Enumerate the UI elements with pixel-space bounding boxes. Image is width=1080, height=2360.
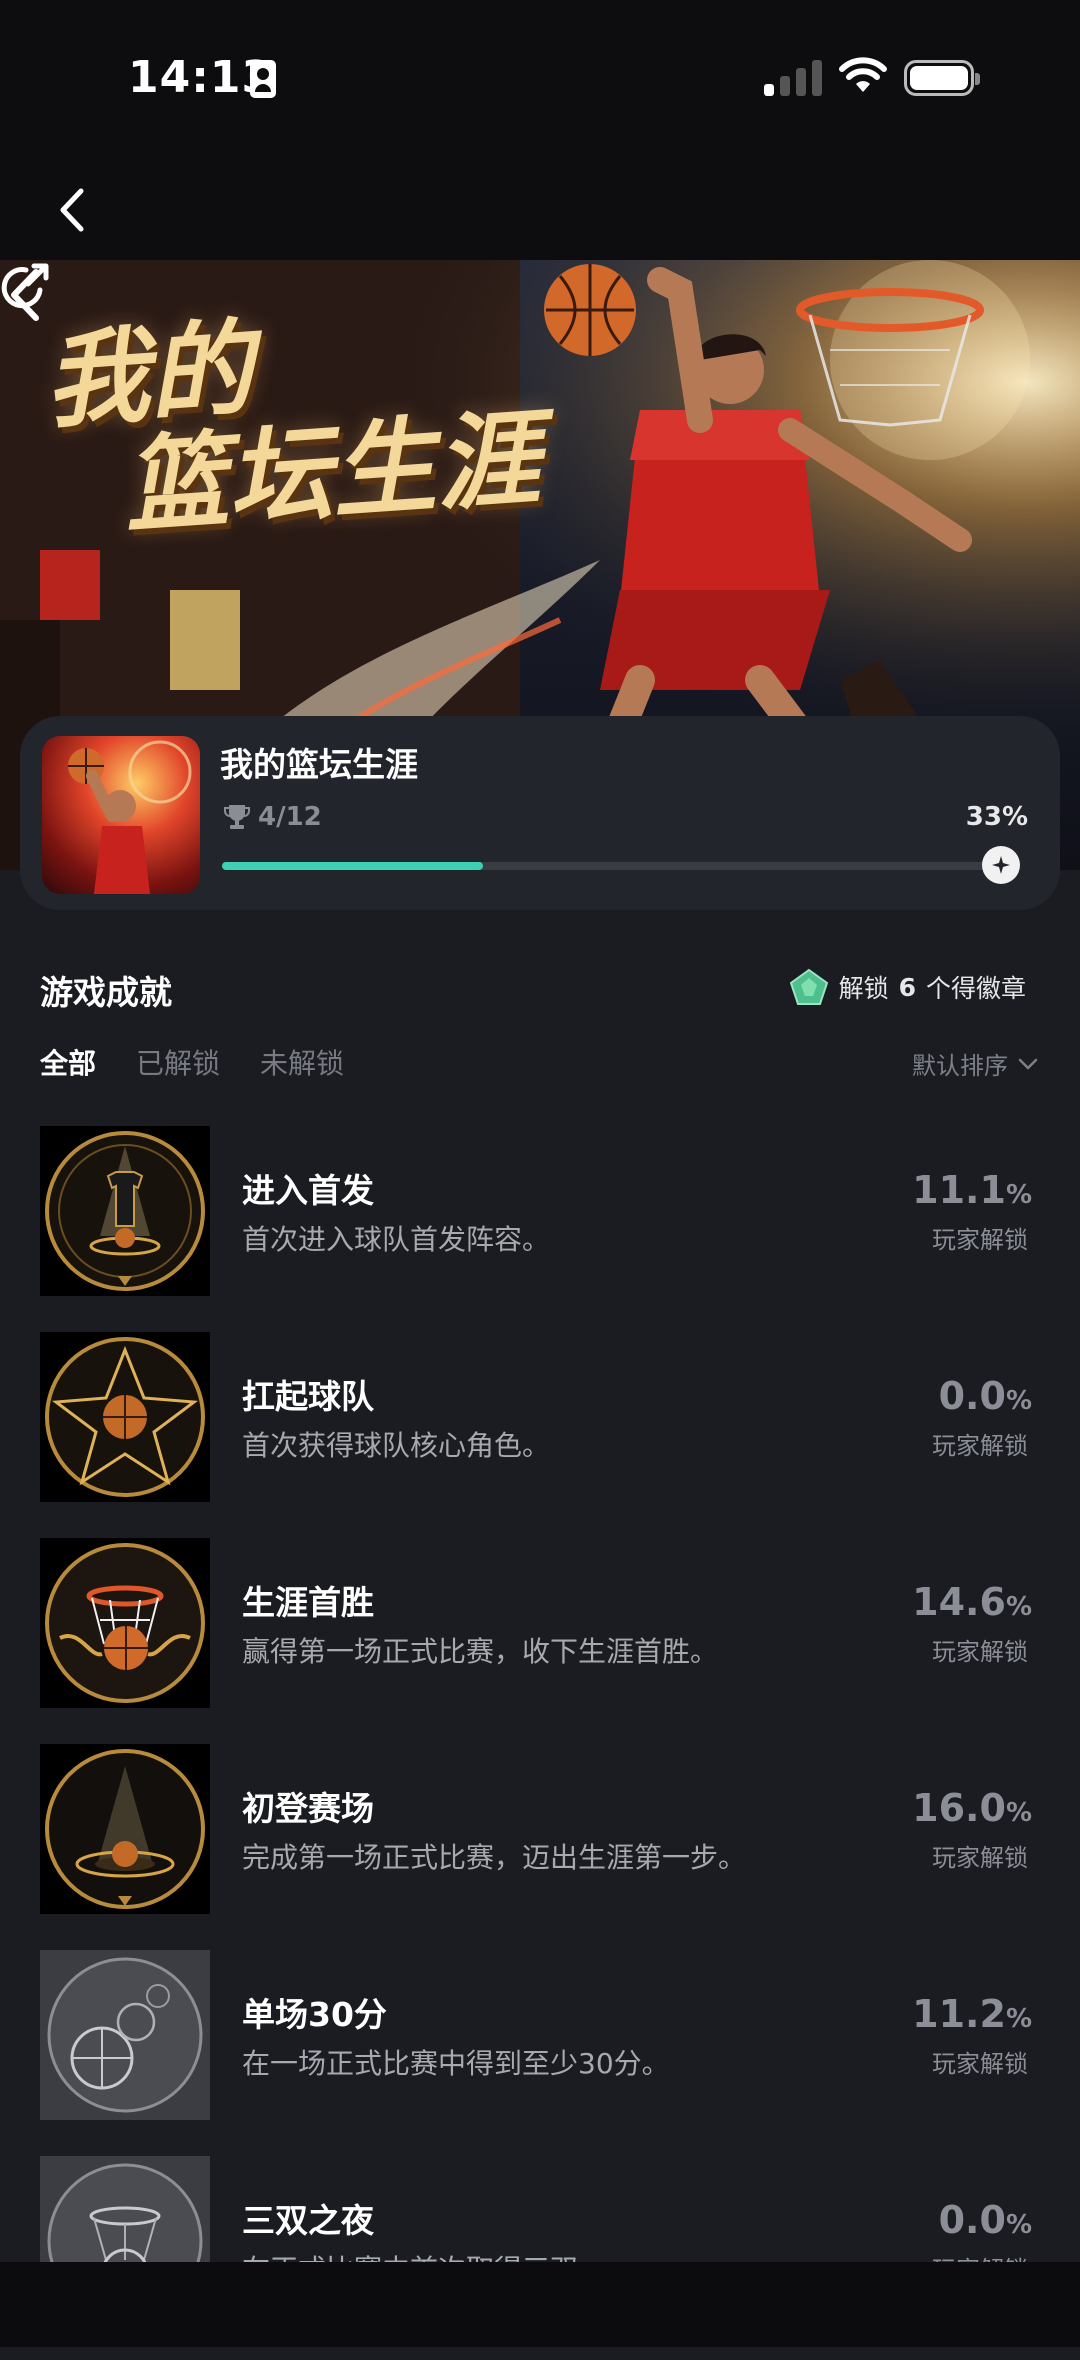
unlock-rate: 0.0% — [939, 2198, 1032, 2242]
banner-title: 我的 篮坛生涯 — [41, 293, 544, 548]
chevron-down-icon — [1018, 1058, 1038, 1070]
basketball-hoop-icon — [45, 1543, 205, 1703]
unlock-rate-label: 玩家解锁 — [932, 1844, 1028, 1872]
badge-unlock-info[interactable]: 解锁 6 个得徽章 — [789, 968, 1026, 1006]
unlock-rate-unit: % — [1005, 1386, 1032, 1416]
unlock-rate-value: 11.1 — [912, 1168, 1006, 1212]
back-button[interactable] — [40, 178, 104, 242]
trophy-icon — [224, 805, 250, 829]
unlock-rate-unit: % — [1005, 2004, 1032, 2034]
completion-percent: 33% — [965, 802, 1028, 832]
unlock-rate-unit: % — [1005, 1592, 1032, 1622]
achievement-name: 三双之夜 — [242, 2201, 374, 2240]
game-summary-card[interactable]: 我的篮坛生涯 4/12 33% — [20, 716, 1060, 910]
unlock-rate: 11.1% — [912, 1168, 1032, 1212]
banner-title-line2: 篮坛生涯 — [120, 396, 544, 548]
achievement-icon — [40, 1126, 210, 1296]
unlock-rate: 14.6% — [912, 1580, 1032, 1624]
achievement-description: 首次进入球队首发阵容。 — [242, 1223, 551, 1256]
achievement-description: 首次获得球队核心角色。 — [242, 1429, 551, 1462]
unlock-rate-value: 11.2 — [912, 1992, 1006, 2036]
completion-progress-bar — [222, 846, 1020, 884]
achievement-name: 初登赛场 — [242, 1789, 374, 1828]
achievement-row[interactable]: 进入首发 首次进入球队首发阵容。 11.1% 玩家解锁 — [0, 1124, 1080, 1330]
achievement-name: 生涯首胜 — [242, 1583, 374, 1622]
achievement-list: 进入首发 首次进入球队首发阵容。 11.1% 玩家解锁 扛起球队 首次获得球队核… — [0, 1124, 1080, 2360]
unlock-rate-label: 玩家解锁 — [932, 1638, 1028, 1666]
achievement-name: 扛起球队 — [242, 1377, 374, 1416]
filter-tabs: 全部 已解锁 未解锁 — [40, 1042, 344, 1082]
wifi-icon — [839, 57, 887, 92]
tab-unlocked[interactable]: 已解锁 — [136, 1042, 220, 1082]
game-title: 我的篮坛生涯 — [220, 745, 418, 784]
achievement-row[interactable]: 初登赛场 完成第一场正式比赛，迈出生涯第一步。 16.0% 玩家解锁 — [0, 1742, 1080, 1948]
unlock-rate-unit: % — [1005, 1798, 1032, 1828]
cellular-signal-icon — [764, 60, 822, 96]
achievement-icon — [40, 1744, 210, 1914]
achievement-icon-locked — [40, 1950, 210, 2120]
achievement-name: 单场30分 — [242, 1995, 387, 2034]
contact-card-icon — [250, 60, 276, 98]
achievement-row[interactable]: 生涯首胜 赢得第一场正式比赛，收下生涯首胜。 14.6% 玩家解锁 — [0, 1536, 1080, 1742]
achievement-row[interactable]: 单场30分 在一场正式比赛中得到至少30分。 11.2% 玩家解锁 — [0, 1948, 1080, 2154]
star-badge-icon — [992, 856, 1010, 874]
bottom-bar — [0, 2262, 1080, 2347]
pentagon-badge-icon — [789, 968, 828, 1005]
unlock-rate-value: 0.0 — [938, 2198, 1006, 2242]
achievement-row[interactable]: 扛起球队 首次获得球队核心角色。 0.0% 玩家解锁 — [0, 1330, 1080, 1536]
unlock-rate-unit: % — [1005, 2210, 1032, 2240]
unlock-rate-label: 玩家解锁 — [932, 1226, 1028, 1254]
unlock-rate-value: 14.6 — [912, 1580, 1006, 1624]
sort-dropdown[interactable]: 默认排序 — [912, 1046, 1038, 1081]
progress-goal-icon — [982, 846, 1020, 884]
share-icon[interactable] — [0, 260, 54, 314]
achievement-description: 赢得第一场正式比赛，收下生涯首胜。 — [242, 1635, 719, 1668]
achievement-name: 进入首发 — [242, 1171, 374, 1210]
achievement-icon — [40, 1538, 210, 1708]
unlock-rate: 0.0% — [939, 1374, 1032, 1418]
badge-suffix: 个得徽章 — [925, 974, 1026, 1003]
badge-count: 6 — [898, 972, 916, 1002]
achievements-section-title: 游戏成就 — [40, 973, 172, 1012]
game-thumbnail — [42, 736, 200, 894]
unlock-rate: 11.2% — [912, 1992, 1032, 2036]
tab-locked[interactable]: 未解锁 — [260, 1042, 344, 1082]
unlock-rate-value: 0.0 — [938, 1374, 1006, 1418]
unlock-rate-unit: % — [1005, 1180, 1032, 1210]
basketball-star-icon — [45, 1337, 205, 1497]
arena-spotlight-icon — [45, 1749, 205, 1909]
unlock-rate-label: 玩家解锁 — [932, 1432, 1028, 1460]
achievement-description: 完成第一场正式比赛，迈出生涯第一步。 — [242, 1841, 747, 1874]
completion-progress-fill — [222, 862, 483, 870]
unlock-rate-label: 玩家解锁 — [932, 2050, 1028, 2078]
achievement-icon — [40, 1332, 210, 1502]
unlock-rate: 16.0% — [912, 1786, 1032, 1830]
status-bar: 14:13 — [0, 0, 1080, 160]
nav-bar — [0, 160, 1080, 260]
trophy-count: 4/12 — [258, 802, 322, 832]
basketball-trail-icon — [47, 1957, 203, 2113]
battery-icon — [904, 60, 980, 96]
unlock-rate-value: 16.0 — [912, 1786, 1006, 1830]
jersey-spotlight-icon — [45, 1131, 205, 1291]
badge-prefix: 解锁 — [838, 974, 889, 1003]
chevron-left-icon — [60, 188, 84, 232]
trophy-progress: 4/12 — [224, 802, 322, 832]
sort-label: 默认排序 — [912, 1052, 1008, 1080]
achievement-description: 在一场正式比赛中得到至少30分。 — [242, 2047, 670, 2080]
tab-all[interactable]: 全部 — [40, 1042, 96, 1082]
game-thumbnail-art — [68, 740, 192, 894]
